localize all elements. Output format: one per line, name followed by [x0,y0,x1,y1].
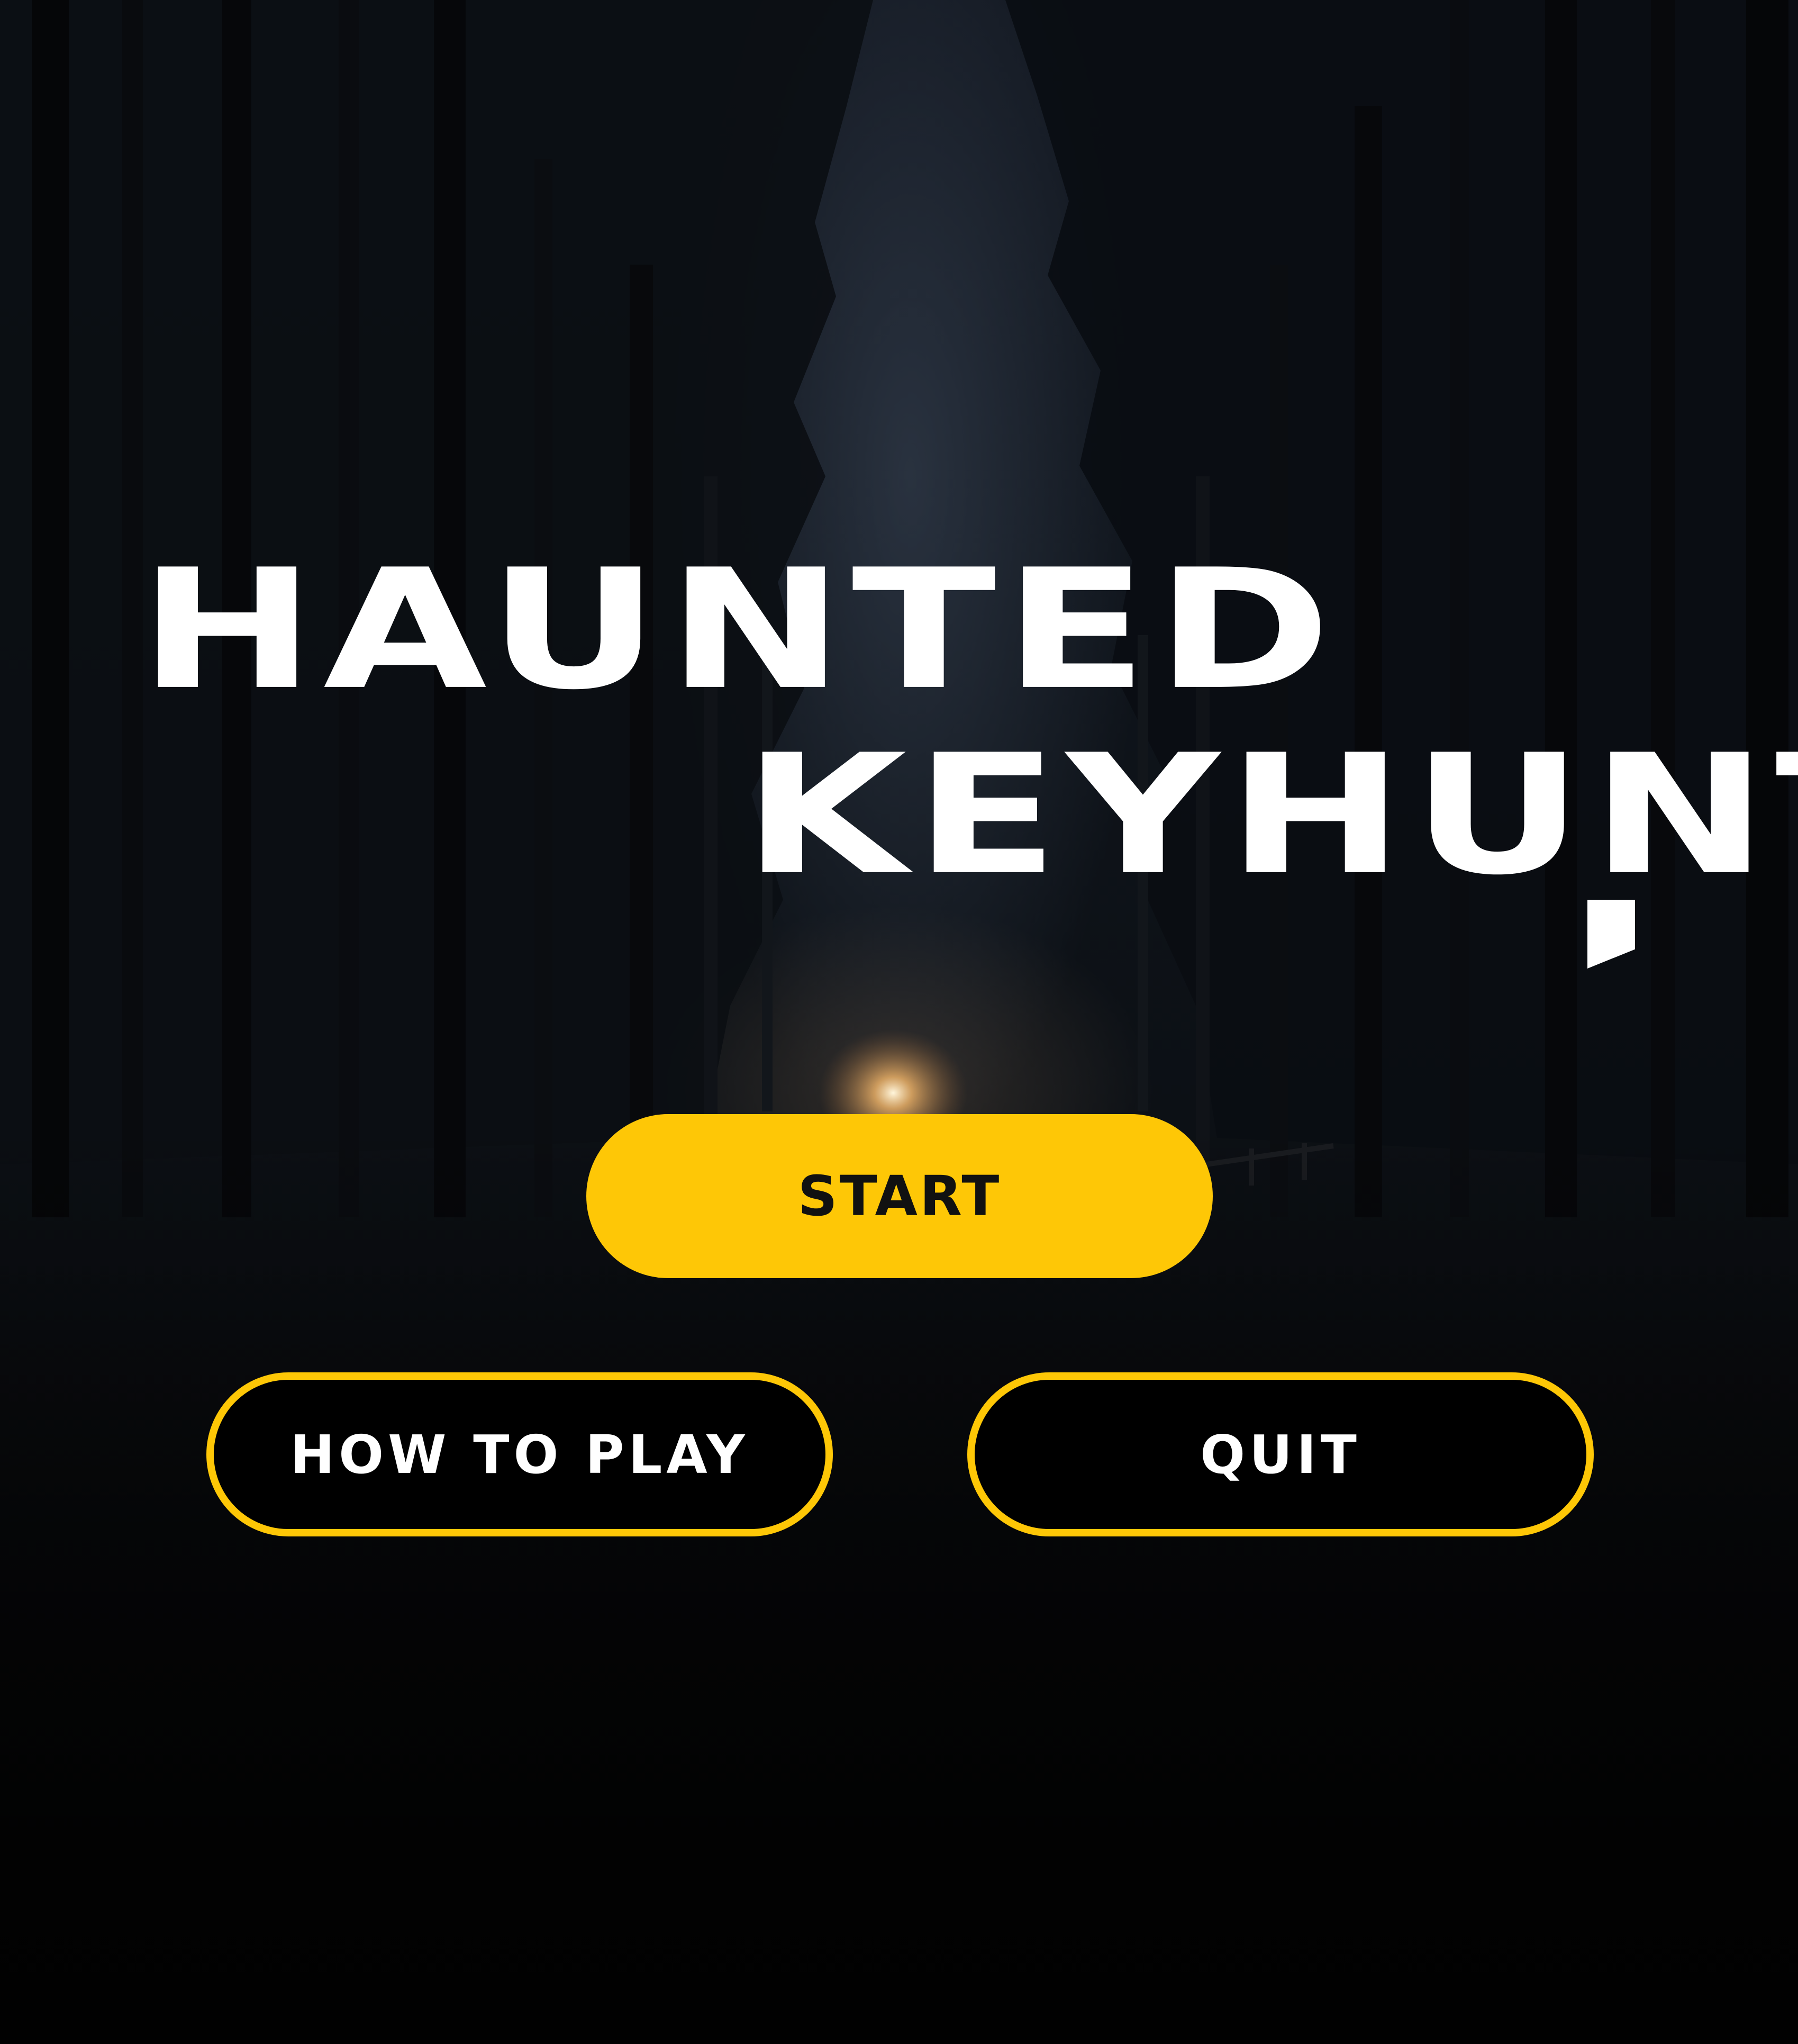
game-title-line-1: HAUNTED [139,534,1339,726]
how-to-play-button[interactable]: HOW TO PLAY [206,1372,833,1536]
title-screen: HAUNTED KEYHUNT START HOW TO PLAY QUIT [0,0,1798,2044]
quit-button[interactable]: QUIT [967,1372,1594,1536]
forest-background [0,0,1798,2044]
game-title-line-2: KEYHUNT [743,719,1798,911]
start-button[interactable]: START [586,1114,1213,1278]
